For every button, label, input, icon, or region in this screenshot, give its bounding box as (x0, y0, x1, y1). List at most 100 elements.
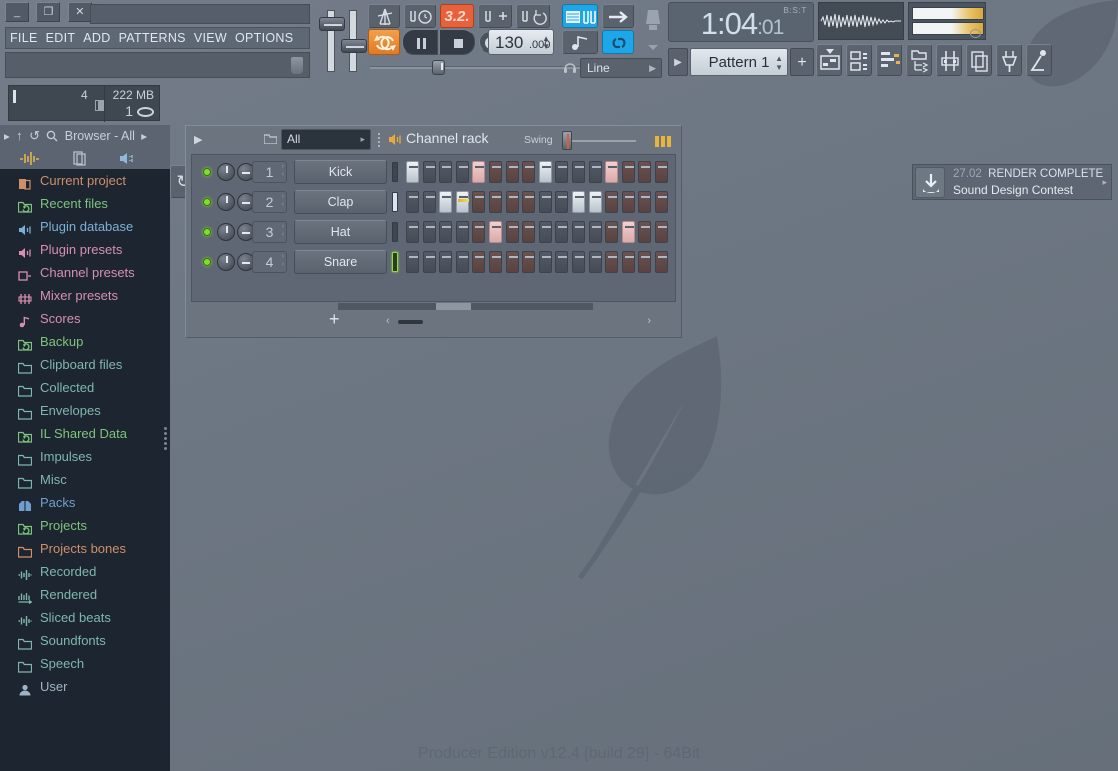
file-view-icon[interactable] (72, 151, 88, 166)
hint-value-knob[interactable] (291, 57, 303, 74)
channel-rack-button[interactable] (846, 44, 872, 76)
step-button[interactable] (555, 221, 568, 243)
add-channel-button[interactable]: + (329, 311, 340, 327)
step-button[interactable] (655, 161, 668, 183)
add-step-icon[interactable] (478, 4, 512, 28)
browser-item-impulses[interactable]: Impulses (0, 445, 170, 468)
step-button[interactable] (589, 161, 602, 183)
browser-item-collected[interactable]: Collected (0, 376, 170, 399)
pattern-add-button[interactable]: + (790, 48, 814, 76)
step-button[interactable] (655, 221, 668, 243)
step-button[interactable] (472, 161, 485, 183)
browser-item-channel-presets[interactable]: Channel presets (0, 261, 170, 284)
plugin-power-icon[interactable] (996, 44, 1022, 76)
playlist-button[interactable] (816, 44, 842, 76)
stop-button[interactable] (439, 29, 475, 55)
browser-tree-list[interactable]: Current projectRecent filesPlugin databa… (0, 169, 170, 741)
step-button[interactable] (456, 191, 469, 213)
step-button[interactable] (555, 161, 568, 183)
step-button[interactable] (539, 221, 552, 243)
step-button[interactable] (522, 251, 535, 273)
step-button[interactable] (622, 191, 635, 213)
time-display-panel[interactable]: 1:04:01 B:S:T (668, 2, 814, 42)
step-button[interactable] (489, 161, 502, 183)
channel-filter-dropdown[interactable]: All ▸ (281, 129, 371, 150)
browser-item-current-project[interactable]: Current project (0, 169, 170, 192)
rack-expand-arrow[interactable]: ▶ (194, 133, 202, 146)
step-button[interactable] (522, 191, 535, 213)
channel-mute-led[interactable] (203, 198, 211, 206)
channel-mute-led[interactable] (203, 258, 211, 266)
step-button[interactable] (539, 161, 552, 183)
browser-item-projects[interactable]: Projects (0, 514, 170, 537)
browser-forward-arrow[interactable]: ▸ (141, 131, 147, 143)
loop-record-icon[interactable] (516, 4, 550, 28)
step-button[interactable] (456, 251, 469, 273)
wait-for-input-icon[interactable] (404, 4, 436, 28)
step-button[interactable] (489, 221, 502, 243)
step-button[interactable] (638, 221, 651, 243)
step-button[interactable] (423, 191, 436, 213)
step-button[interactable] (638, 191, 651, 213)
step-button[interactable] (406, 251, 419, 273)
step-button[interactable] (423, 221, 436, 243)
step-button[interactable] (506, 251, 519, 273)
menu-item-options[interactable]: OPTIONS (231, 28, 297, 45)
browser-refresh-arrow[interactable]: ↺ (29, 128, 40, 143)
render-status-panel[interactable]: 27.02 RENDER COMPLETE Sound Design Conte… (912, 164, 1112, 200)
browser-item-rendered[interactable]: Rendered (0, 583, 170, 606)
step-button[interactable] (456, 161, 469, 183)
step-button[interactable] (589, 221, 602, 243)
step-button[interactable] (572, 161, 585, 183)
browser-item-packs[interactable]: Packs (0, 491, 170, 514)
rack-horizontal-scrollbar[interactable]: ‹ › (386, 315, 651, 327)
channel-name-button[interactable]: Kick (294, 160, 387, 184)
browser-item-scores[interactable]: Scores (0, 307, 170, 330)
browser-item-plugin-database[interactable]: Plugin database (0, 215, 170, 238)
channel-number[interactable]: 2 ›‹ (252, 191, 287, 213)
channel-number-spinner[interactable]: ›‹ (282, 253, 284, 269)
browser-item-misc[interactable]: Misc (0, 468, 170, 491)
piano-roll-button[interactable] (876, 44, 902, 76)
browser-item-plugin-presets[interactable]: Plugin presets (0, 238, 170, 261)
step-button[interactable] (572, 251, 585, 273)
step-button[interactable] (572, 191, 585, 213)
browser-item-sliced-beats[interactable]: Sliced beats (0, 606, 170, 629)
master-pitch-slider[interactable] (349, 10, 357, 72)
browser-item-clipboard-files[interactable]: Clipboard files (0, 353, 170, 376)
rack-menu-icon[interactable] (655, 134, 673, 152)
close-button[interactable]: ✕ (68, 2, 92, 22)
step-button[interactable] (439, 251, 452, 273)
master-volume-slider[interactable] (327, 10, 335, 72)
step-button[interactable] (406, 161, 419, 183)
score-logger-button[interactable] (1026, 44, 1052, 76)
step-button[interactable] (638, 161, 651, 183)
channel-name-button[interactable]: Clap (294, 190, 387, 214)
channel-pan-knob[interactable] (217, 163, 235, 181)
step-button[interactable] (439, 161, 452, 183)
step-button[interactable] (622, 161, 635, 183)
step-button[interactable] (622, 251, 635, 273)
minimize-button[interactable]: _ (5, 2, 29, 22)
channel-pan-knob[interactable] (217, 193, 235, 211)
channel-mute-led[interactable] (203, 168, 211, 176)
channel-name-button[interactable]: Snare (294, 250, 387, 274)
audio-preview-icon[interactable] (118, 151, 136, 166)
menu-item-view[interactable]: VIEW (190, 28, 231, 45)
step-button[interactable] (439, 221, 452, 243)
step-button[interactable] (605, 251, 618, 273)
channel-number[interactable]: 3 ›‹ (252, 221, 287, 243)
rack-drag-dots[interactable] (376, 131, 382, 149)
scroll-right-arrow[interactable]: › (647, 315, 651, 327)
pattern-menu-button[interactable]: ▶ (668, 48, 688, 76)
search-icon[interactable] (46, 130, 58, 142)
maximize-button[interactable]: ❐ (36, 2, 60, 22)
step-button[interactable] (472, 221, 485, 243)
pattern-song-toggle[interactable] (368, 29, 400, 55)
browser-item-user[interactable]: User (0, 675, 170, 698)
scroll-left-arrow[interactable]: ‹ (386, 315, 390, 327)
snap-mode-dropdown[interactable]: Line ▶ (580, 58, 662, 78)
step-button[interactable] (522, 161, 535, 183)
swing-control[interactable]: Swing (524, 132, 639, 150)
metronome-icon[interactable] (368, 4, 400, 28)
